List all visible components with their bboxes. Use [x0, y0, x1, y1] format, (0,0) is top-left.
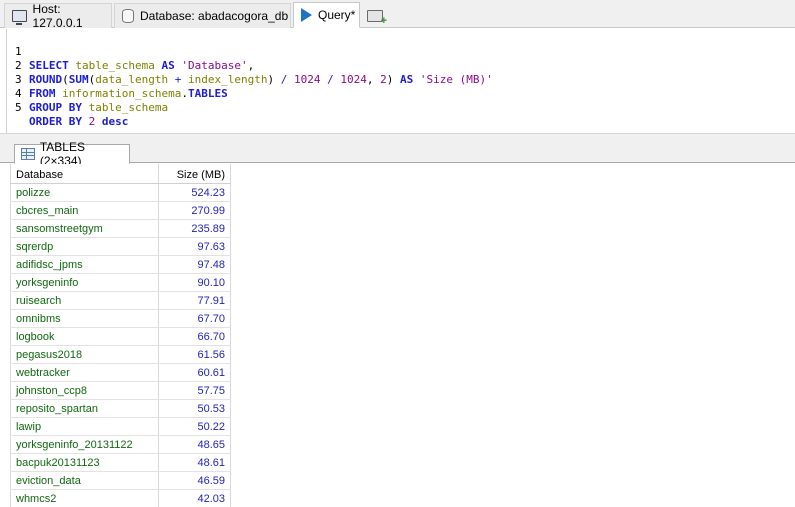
cell-size[interactable]: 61.56: [197, 348, 225, 362]
cell-database[interactable]: yorksgeninfo_20131122: [16, 438, 133, 452]
cell-database[interactable]: reposito_spartan: [16, 402, 98, 416]
cell-database[interactable]: adifidsc_jpms: [16, 258, 83, 272]
number-literal: 2: [88, 115, 96, 128]
table-row[interactable]: webtracker 60.61: [10, 364, 231, 382]
cell-database[interactable]: logbook: [16, 330, 55, 344]
code-line-2: 2 ROUND(SUM(data_length + index_length) …: [7, 45, 787, 86]
cell-size[interactable]: 97.63: [197, 240, 225, 254]
cell-size[interactable]: 60.61: [197, 366, 225, 380]
keyword: ORDER BY: [29, 115, 82, 128]
cell-database[interactable]: lawip: [16, 420, 41, 434]
cell-size[interactable]: 48.65: [197, 438, 225, 452]
table-row[interactable]: eviction_data 46.59: [10, 472, 231, 490]
table-row[interactable]: whmcs2 42.03: [10, 490, 231, 507]
cell-database[interactable]: ruisearch: [16, 294, 61, 308]
cell-database[interactable]: cbcres_main: [16, 204, 78, 218]
table-row[interactable]: polizze 524.23: [10, 184, 231, 202]
table-row[interactable]: omnibms 67.70: [10, 310, 231, 328]
cell-size[interactable]: 46.59: [197, 474, 225, 488]
result-tab-bar: TABLES (2×334): [0, 140, 795, 168]
cell-database[interactable]: sqrerdp: [16, 240, 53, 254]
play-icon: [301, 8, 312, 22]
cell-size[interactable]: 50.22: [197, 420, 225, 434]
tab-query[interactable]: Query*: [293, 2, 360, 28]
table-row[interactable]: sansomstreetgym 235.89: [10, 220, 231, 238]
tab-database-label: Database: abadacogora_db: [140, 9, 289, 23]
table-row[interactable]: sqrerdp 97.63: [10, 238, 231, 256]
cell-size[interactable]: 524.23: [191, 186, 225, 200]
code-line-3: 3 FROM information_schema.TABLES: [7, 59, 787, 100]
cell-size[interactable]: 97.48: [197, 258, 225, 272]
cell-database[interactable]: omnibms: [16, 312, 61, 326]
table-row[interactable]: adifidsc_jpms 97.48: [10, 256, 231, 274]
cell-database[interactable]: sansomstreetgym: [16, 222, 103, 236]
sql-editor[interactable]: 1 SELECT table_schema AS 'Database', 2 R…: [6, 29, 795, 133]
add-tab-icon: [367, 9, 387, 27]
keyword: GROUP BY: [29, 101, 82, 114]
cell-database[interactable]: eviction_data: [16, 474, 81, 488]
table-row[interactable]: yorksgeninfo 90.10: [10, 274, 231, 292]
table-row[interactable]: pegasus2018 61.56: [10, 346, 231, 364]
cell-size[interactable]: 57.75: [197, 384, 225, 398]
table-row[interactable]: lawip 50.22: [10, 418, 231, 436]
tab-host[interactable]: Host: 127.0.0.1: [4, 2, 112, 30]
new-query-tab-button[interactable]: [362, 3, 388, 28]
table-row[interactable]: yorksgeninfo_20131122 48.65: [10, 436, 231, 454]
table-row[interactable]: reposito_spartan 50.53: [10, 400, 231, 418]
tab-query-label: Query*: [318, 8, 356, 22]
result-tab-tables[interactable]: TABLES (2×334): [14, 140, 130, 168]
code-line-1: 1 SELECT table_schema AS 'Database',: [7, 31, 787, 72]
line-number: 5: [15, 101, 22, 114]
keyword: desc: [101, 115, 129, 128]
table-row[interactable]: logbook 66.70: [10, 328, 231, 346]
table-icon: [21, 148, 35, 160]
column-header-database[interactable]: Database: [16, 168, 63, 182]
code-line-5: 5 ORDER BY 2 desc: [7, 87, 787, 128]
column-header-size[interactable]: Size (MB): [177, 168, 225, 182]
cell-database[interactable]: pegasus2018: [16, 348, 82, 362]
cell-database[interactable]: whmcs2: [16, 492, 56, 506]
table-row[interactable]: ruisearch 77.91: [10, 292, 231, 310]
cell-size[interactable]: 48.61: [197, 456, 225, 470]
tab-host-label: Host: 127.0.0.1: [32, 2, 83, 30]
cell-size[interactable]: 270.99: [191, 204, 225, 218]
cell-size[interactable]: 67.70: [197, 312, 225, 326]
table-row[interactable]: cbcres_main 270.99: [10, 202, 231, 220]
cell-database[interactable]: webtracker: [16, 366, 70, 380]
grid-header-row: Database Size (MB): [10, 166, 231, 184]
cell-database[interactable]: yorksgeninfo: [16, 276, 78, 290]
code-line-4: 4 GROUP BY table_schema: [7, 73, 787, 114]
tab-database[interactable]: Database: abadacogora_db: [114, 3, 291, 28]
document-tab-bar: Host: 127.0.0.1 Database: abadacogora_db…: [0, 0, 795, 30]
cell-database[interactable]: bacpuk20131123: [16, 456, 100, 470]
table-row[interactable]: johnston_ccp8 57.75: [10, 382, 231, 400]
cell-size[interactable]: 50.53: [197, 402, 225, 416]
table-row[interactable]: bacpuk20131123 48.61: [10, 454, 231, 472]
cell-size[interactable]: 77.91: [197, 294, 225, 308]
cell-database[interactable]: polizze: [16, 186, 50, 200]
cell-database[interactable]: johnston_ccp8: [16, 384, 87, 398]
cell-size[interactable]: 42.03: [197, 492, 225, 506]
identifier: table_schema: [88, 101, 169, 114]
database-icon: [122, 9, 134, 23]
host-icon: [12, 10, 27, 25]
cell-size[interactable]: 66.70: [197, 330, 225, 344]
cell-size[interactable]: 90.10: [197, 276, 225, 290]
result-grid[interactable]: Database Size (MB) polizze 524.23 cbcres_m…: [0, 164, 795, 507]
cell-size[interactable]: 235.89: [191, 222, 225, 236]
